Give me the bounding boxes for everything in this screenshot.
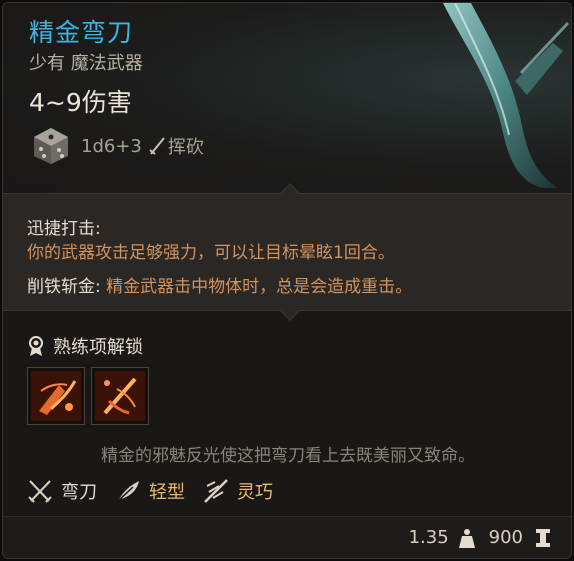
skill-list	[27, 367, 149, 425]
skill-slot[interactable]	[27, 367, 85, 425]
property-label: 轻型	[149, 482, 185, 503]
panel-notch	[280, 301, 300, 321]
item-value: 900	[488, 527, 523, 548]
medal-icon	[29, 336, 43, 356]
d6-dice-icon	[34, 128, 68, 164]
tooltip-header: 精金弯刀 少有 魔法武器 4~9伤害 1d6+3 挥砍	[3, 3, 571, 193]
item-weight: 1.35	[408, 527, 449, 548]
property-light[interactable]: 轻型	[115, 478, 185, 504]
damage-dice: 1d6+3	[81, 135, 142, 157]
gold-icon	[536, 528, 550, 547]
crossed-swords-icon	[28, 480, 52, 503]
slashing-icon	[149, 137, 165, 155]
finesse-icon	[204, 479, 228, 503]
property-label: 弯刀	[61, 482, 97, 503]
skill-slot[interactable]	[91, 367, 149, 425]
passive-description: 你的武器攻击足够强力，可以让目标晕眩1回合。	[27, 243, 395, 263]
property-finesse[interactable]: 灵巧	[203, 478, 273, 504]
skill-slash-icon	[31, 371, 81, 421]
proficiency-title: 熟练项解锁	[53, 337, 143, 358]
property-label: 灵巧	[237, 482, 273, 503]
item-tooltip: 精金弯刀 少有 魔法武器 4~9伤害 1d6+3 挥砍 迅捷打击: 你的武器攻击…	[2, 2, 572, 559]
scimitar-art-icon	[443, 3, 570, 188]
passive-2: 削铁斩金: 精金武器击中物体时，总是会造成重击。	[27, 272, 412, 297]
proficiency-header: 熟练项解锁	[27, 333, 143, 359]
item-rarity-type: 少有 魔法武器	[29, 53, 143, 74]
passive-description: 精金武器击中物体时，总是会造成重击。	[100, 277, 413, 297]
feather-icon	[117, 481, 139, 502]
property-scimitar[interactable]: 弯刀	[27, 478, 97, 504]
passive-name: 削铁斩金:	[27, 277, 101, 297]
tooltip-footer: 1.35 900	[3, 516, 571, 558]
weapon-properties: 弯刀 轻型 灵巧	[27, 475, 291, 507]
passive-name: 迅捷打击:	[27, 219, 101, 239]
skill-flourish-icon	[95, 371, 145, 421]
flavor-text: 精金的邪魅反光使这把弯刀看上去既美丽又致命。	[101, 446, 475, 466]
footer-stats: 1.35 900	[409, 527, 551, 548]
damage-type: 挥砍	[167, 137, 204, 158]
passives-panel: 迅捷打击: 你的武器攻击足够强力，可以让目标晕眩1回合。 削铁斩金: 精金武器击…	[3, 183, 571, 321]
item-damage: 4~9伤害	[29, 88, 132, 117]
weight-icon	[458, 528, 475, 548]
item-name: 精金弯刀	[29, 18, 134, 47]
dice-row: 1d6+3 挥砍	[31, 125, 204, 167]
